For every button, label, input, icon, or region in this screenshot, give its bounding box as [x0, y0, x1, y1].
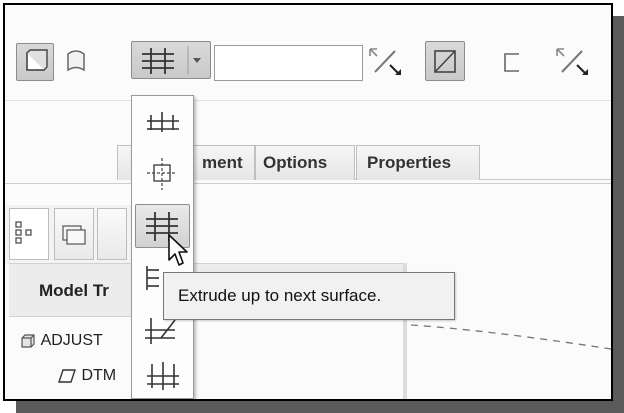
to-selected-icon	[147, 362, 179, 390]
depth-value-input[interactable]	[214, 45, 363, 81]
screenshot-frame: ment Options Properties Model Tr ADJUST …	[3, 3, 613, 401]
remove-material-button[interactable]	[425, 41, 465, 81]
flip-thicken-icon	[556, 48, 588, 75]
datum-plane-icon	[58, 369, 76, 383]
tooltip-text: Extrude up to next surface.	[178, 286, 382, 305]
model-tree-tab[interactable]	[9, 208, 49, 260]
surface-button[interactable]	[58, 43, 94, 81]
part-icon	[21, 334, 35, 348]
tree-item-part[interactable]: ADJUST	[19, 332, 103, 350]
folder-browser-icon	[62, 225, 86, 245]
tab-options-label: Options	[263, 153, 328, 172]
tree-item-datum[interactable]: DTM	[57, 367, 116, 385]
thicken-sketch-icon	[504, 53, 519, 72]
window-shadow-right	[612, 16, 624, 405]
chevron-down-icon	[193, 58, 201, 63]
flip-direction-button[interactable]	[365, 43, 405, 81]
folder-browser-tab[interactable]	[54, 208, 94, 260]
favorites-tab[interactable]	[97, 208, 127, 260]
flyout-option-blind[interactable]	[135, 100, 190, 144]
remove-material-icon	[434, 50, 456, 73]
toolbar-divider	[5, 100, 611, 101]
tree-item-datum-label: DTM	[81, 367, 117, 384]
panel-divider	[5, 183, 611, 184]
model-tree-title-label: Model Tr	[39, 281, 109, 300]
tooltip: Extrude up to next surface.	[163, 272, 455, 320]
blind-icon	[147, 112, 179, 132]
thicken-sketch-button[interactable]	[495, 43, 531, 81]
flyout-option-symmetric[interactable]	[135, 152, 190, 196]
solid-icon	[26, 49, 48, 71]
flip-thicken-button[interactable]	[550, 43, 594, 81]
solid-button[interactable]	[16, 43, 54, 81]
tab-properties-label: Properties	[367, 153, 452, 172]
flyout-option-to-selected[interactable]	[135, 354, 190, 398]
flip-direction-icon	[369, 48, 401, 75]
mouse-pointer-icon	[168, 234, 188, 266]
tab-options[interactable]: Options	[255, 145, 355, 180]
depth-options-dropdown[interactable]	[131, 41, 211, 79]
surface-icon	[67, 50, 85, 72]
tab-properties[interactable]: Properties	[356, 145, 480, 180]
tree-item-part-label: ADJUST	[40, 332, 103, 350]
symmetric-icon	[147, 158, 177, 190]
window-shadow-bottom	[16, 399, 624, 413]
model-tree-icon	[15, 221, 32, 244]
tab-placement-label: ment	[202, 153, 243, 172]
depth-options-icon	[142, 46, 201, 74]
